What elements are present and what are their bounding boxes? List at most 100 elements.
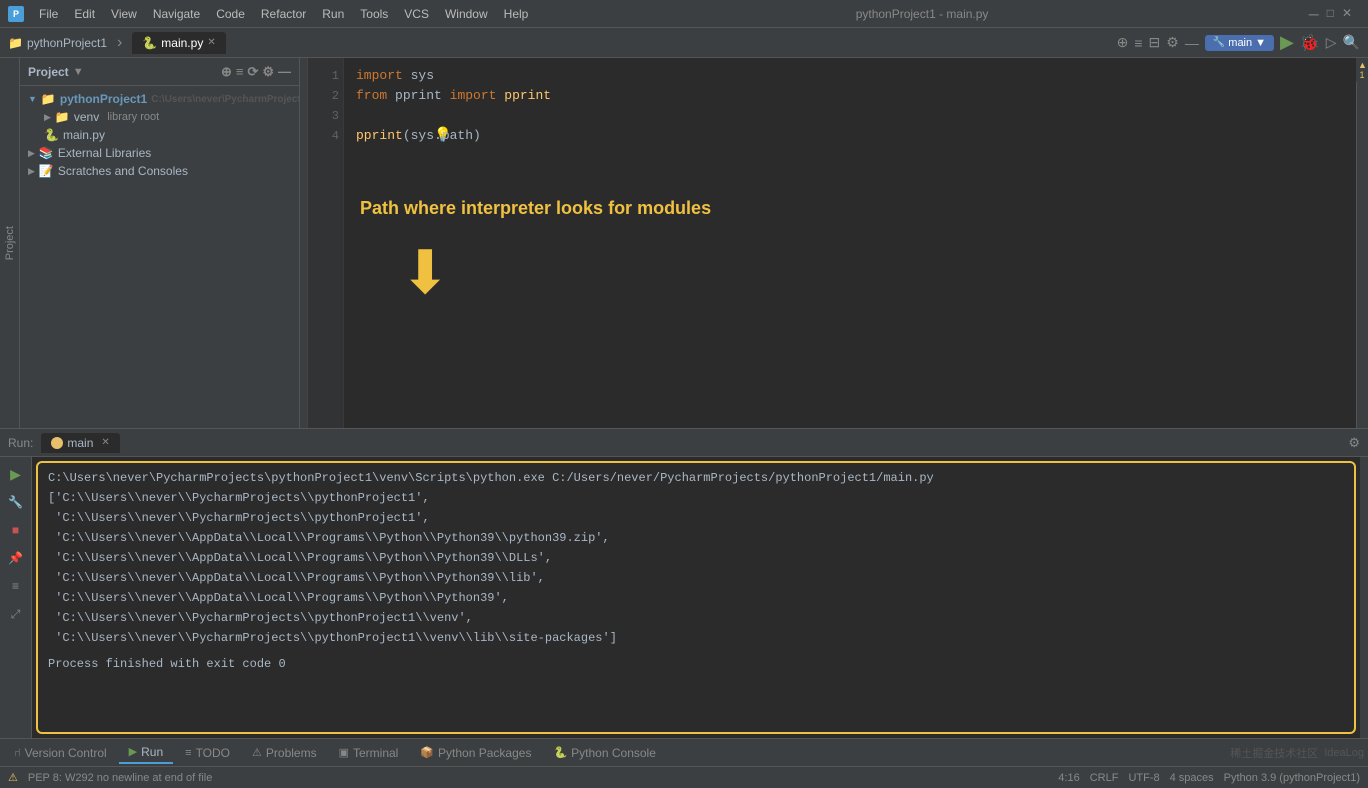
collapse-icon[interactable]: ≡ [236,64,244,80]
terminal-scrollbar[interactable] [1360,457,1368,738]
run-config-icon: 🔧 [1213,37,1225,48]
menu-bar: File Edit View Navigate Code Refactor Ru… [32,5,535,23]
btab-run[interactable]: ▶ Run [119,742,173,764]
btab-version-control[interactable]: ⑁ Version Control [4,743,117,763]
btab-problems[interactable]: ⚠ Problems [242,743,327,763]
tree-item-venv[interactable]: ▶ 📁 venv library root [20,108,299,126]
btab-terminal-label: Terminal [353,746,398,760]
output-line-0: ['C:\\Users\\never\\PycharmProjects\\pyt… [48,489,1344,507]
tree-arrow-scratches: ▶ [28,166,35,177]
tree-arrow-venv: ▶ [44,112,51,123]
output-line-6: 'C:\\Users\\never\\PycharmProjects\\pyth… [48,609,1344,627]
btab-vc-label: Version Control [25,746,107,760]
ext-lib-label: External Libraries [58,146,151,160]
sync-icon[interactable]: ⟳ [247,64,258,80]
line-num-4: 4 [312,126,339,146]
add-module-icon[interactable]: ⊕ [221,64,232,80]
warning-indicator: ▲ 1 [1356,58,1368,82]
minimize-button[interactable]: ─ [1309,6,1319,22]
menu-code[interactable]: Code [209,5,252,23]
tree-item-ext-libs[interactable]: ▶ 📚 External Libraries [20,144,299,162]
status-warning-text[interactable]: PEP 8: W292 no newline at end of file [28,772,212,784]
run-play-icon[interactable]: ▶ [5,463,27,485]
status-position[interactable]: 4:16 [1058,772,1079,784]
wrench-icon[interactable]: 🔧 [5,491,27,513]
status-crlf[interactable]: CRLF [1090,772,1119,784]
add-icon[interactable]: ⊕ [1117,34,1129,51]
menu-view[interactable]: View [104,5,144,23]
maximize-button[interactable]: □ [1327,6,1334,22]
btab-todo[interactable]: ≡ TODO [175,743,240,763]
terminal-inner: C:\Users\never\PycharmProjects\pythonPro… [44,465,1348,679]
btab-console-label: Python Console [571,746,656,760]
btab-todo-label: TODO [196,746,230,760]
menu-tools[interactable]: Tools [353,5,395,23]
line-numbers: 1 2 3 4 [308,58,344,428]
run-tab-label: main [67,436,93,450]
tree-item-scratches[interactable]: ▶ 📝 Scratches and Consoles [20,162,299,180]
venv-sublabel: library root [107,111,159,123]
tab-close-icon[interactable]: ✕ [207,37,215,48]
btab-python-console[interactable]: 🐍 Python Console [543,743,665,763]
run-tab-close[interactable]: ✕ [101,437,109,448]
status-encoding[interactable]: UTF-8 [1128,772,1159,784]
run-tab[interactable]: main ✕ [41,433,119,453]
tree-item-mainpy[interactable]: 🐍 main.py [20,126,299,144]
layout-icon[interactable]: ≡ [1134,35,1142,51]
mainpy-icon: 🐍 [44,128,59,142]
tree-item-root[interactable]: ▼ 📁 pythonProject1 C:\Users\never\Pychar… [20,90,299,108]
btab-python-packages[interactable]: 📦 Python Packages [410,743,541,763]
terminal-cmd-line: C:\Users\never\PycharmProjects\pythonPro… [48,469,1344,487]
project-side-label: Project [0,58,20,428]
output-line-7: 'C:\\Users\\never\\PycharmProjects\\pyth… [48,629,1344,647]
settings-icon[interactable]: ⚙ [1166,34,1179,51]
btab-terminal[interactable]: ▣ Terminal [329,743,409,763]
menu-refactor[interactable]: Refactor [254,5,313,23]
toolbar-right: ⊕ ≡ ⊟ ⚙ — 🔧 main ▼ ▶ 🐞 ▷ 🔍 [1117,32,1360,53]
app-icon: P [8,6,24,22]
output-line-3: 'C:\\Users\\never\\AppData\\Local\\Progr… [48,549,1344,567]
ext-lib-icon: 📚 [39,146,54,160]
gear-icon[interactable]: ⚙ [262,64,274,80]
play-button[interactable]: ▶ [1280,32,1294,53]
idea-log-label: IdeaLog [1324,747,1364,759]
bottom-panel: Run: main ✕ ⚙ ▶ 🔧 ■ 📌 ≡ ⤢ C:\Users\never… [0,428,1368,738]
minimize-panel-icon[interactable]: — [1185,35,1199,51]
pin-icon[interactable]: 📌 [5,547,27,569]
main-py-tab[interactable]: 🐍 main.py ✕ [132,32,225,54]
scratches-icon: 📝 [39,164,54,178]
menu-edit[interactable]: Edit [67,5,102,23]
coverage-button[interactable]: ▷ [1326,34,1337,51]
close-button[interactable]: ✕ [1342,6,1352,22]
run-label: Run: [8,436,33,450]
split-icon[interactable]: ⊟ [1149,34,1161,51]
menu-file[interactable]: File [32,5,65,23]
bottom-side-icons: ▶ 🔧 ■ 📌 ≡ ⤢ [0,457,32,738]
close-sidebar-icon[interactable]: — [278,64,291,80]
problems-icon: ⚠ [252,746,262,759]
menu-vcs[interactable]: VCS [397,5,436,23]
bottom-panel-header: Run: main ✕ ⚙ [0,429,1368,457]
sidebar-title: Project [28,65,69,79]
status-indent[interactable]: 4 spaces [1170,772,1214,784]
filter-icon[interactable]: ≡ [5,575,27,597]
editor-scrollbar[interactable]: ▲ 1 [1356,58,1368,428]
panel-settings-icon[interactable]: ⚙ [1348,435,1360,451]
run-config-btn[interactable]: 🔧 main ▼ [1205,35,1274,51]
menu-navigate[interactable]: Navigate [146,5,207,23]
menu-help[interactable]: Help [497,5,536,23]
menu-window[interactable]: Window [438,5,495,23]
expand-icon[interactable]: ⤢ [5,603,27,625]
project-icon: 📁 [8,36,23,50]
project-label-text: Project [2,222,18,264]
menu-run[interactable]: Run [315,5,351,23]
status-python[interactable]: Python 3.9 (pythonProject1) [1224,772,1360,784]
debug-button[interactable]: 🐞 [1300,33,1320,53]
version-control-icon: ⑁ [14,747,21,759]
run-tab-icon [51,437,63,449]
sidebar: Project ▼ ⊕ ≡ ⟳ ⚙ — ▼ 📁 pythonProject1 C… [20,58,300,428]
stop-icon[interactable]: ■ [5,519,27,541]
code-area[interactable]: import sys from pprint import pprint 💡 p… [344,58,1356,428]
search-button[interactable]: 🔍 [1343,34,1360,51]
line-num-3: 3 [312,106,339,126]
